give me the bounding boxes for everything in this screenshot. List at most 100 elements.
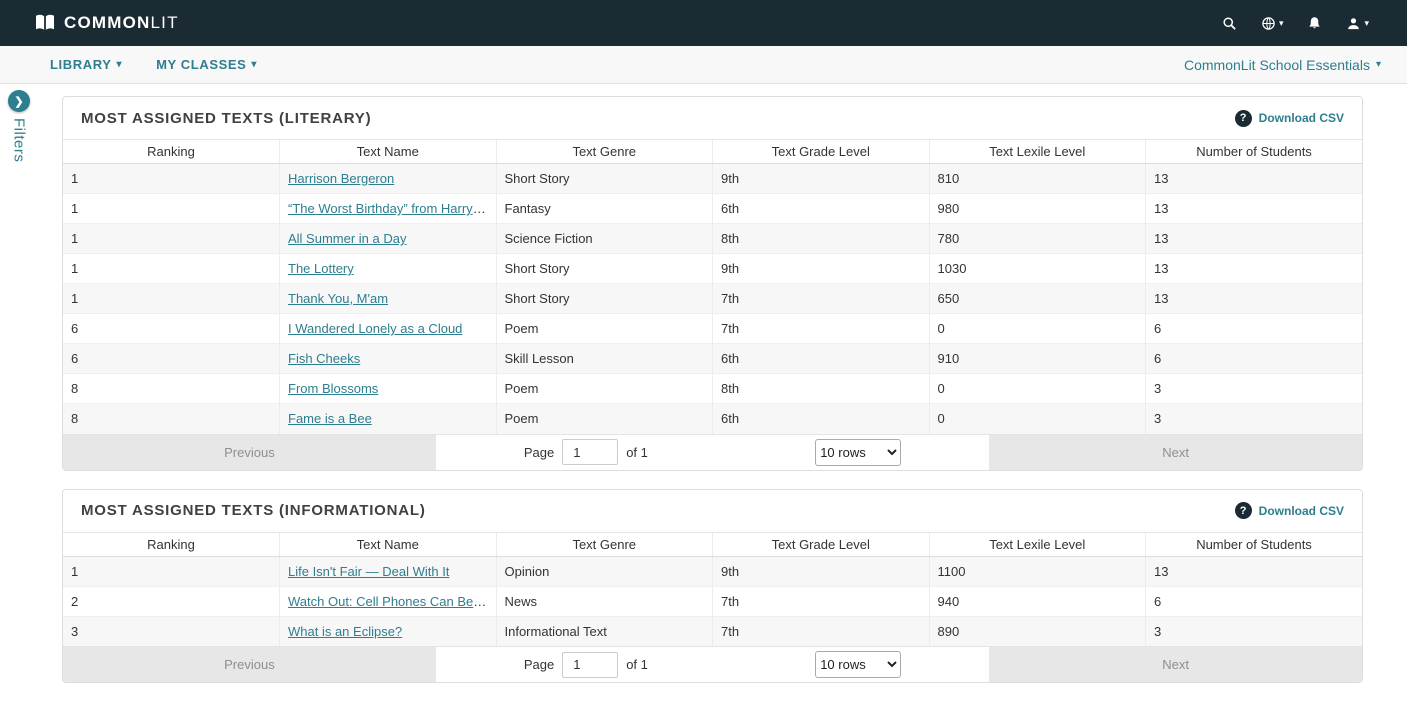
text-link[interactable]: The Lottery — [288, 261, 354, 276]
search-icon[interactable] — [1222, 16, 1237, 31]
help-icon[interactable]: ? — [1234, 502, 1252, 519]
table-row: 6I Wandered Lonely as a Cloud Poem 7th 0 6 — [63, 313, 1362, 344]
table-cell: 890 — [928, 615, 1146, 646]
brand-text: COMMONLIT — [64, 13, 179, 32]
table-cell: Short Story — [495, 253, 713, 284]
text-name-cell: Watch Out: Cell Phones Can Be Add... — [279, 585, 496, 616]
table-cell: 6 — [1145, 585, 1362, 616]
text-name-cell: Fish Cheeks — [279, 343, 496, 374]
table-row: 1 The Lottery Short Story 9th 1030 13 — [63, 253, 1362, 284]
table-row: 1 Harrison Bergeron Short Story 9th 810 13 — [63, 163, 1362, 194]
text-link[interactable]: Thank You, M'am — [288, 291, 388, 306]
literary-table: Ranking Text Name Text Genre Text Grade … — [63, 139, 1362, 434]
table-cell: Short Story — [495, 163, 713, 194]
download-csv-link[interactable]: Download CSV — [1259, 111, 1344, 125]
table-cell: Informational Text — [495, 615, 713, 646]
column-header-grade-level: Text Grade Level — [712, 139, 929, 164]
table-cell: News — [495, 585, 713, 616]
text-name-cell: I Wandered Lonely as a Cloud — [279, 313, 496, 344]
pagination-bar: Previous Page of 1 10 rows Next — [63, 646, 1362, 682]
text-link[interactable]: Life Isn't Fair — Deal With It — [288, 564, 449, 579]
previous-page-button[interactable]: Previous — [63, 647, 436, 682]
previous-page-button[interactable]: Previous — [63, 434, 436, 470]
text-link[interactable]: What is an Eclipse? — [288, 624, 402, 639]
table-row: 6 Fish Cheeks Skill Lesson 6th 910 6 — [63, 343, 1362, 374]
text-name-cell: What is an Eclipse? — [279, 615, 496, 646]
nav-library[interactable]: LIBRARY ▾ — [50, 57, 122, 72]
next-page-button[interactable]: Next — [989, 434, 1362, 470]
table-cell: Poem — [495, 373, 713, 404]
text-link[interactable]: I Wandered Lonely as a Cloud — [288, 321, 462, 336]
panel-header: MOST ASSIGNED TEXTS (LITERARY) ? Downloa… — [63, 97, 1362, 139]
table-cell: 7th — [712, 283, 929, 314]
main-content: MOST ASSIGNED TEXTS (LITERARY) ? Downloa… — [0, 84, 1407, 683]
table-cell: 3 — [1145, 373, 1362, 404]
column-header-lexile-level: Text Lexile Level — [928, 139, 1146, 164]
table-cell: 13 — [1145, 223, 1362, 254]
text-link[interactable]: Watch Out: Cell Phones Can Be Add... — [288, 594, 496, 609]
chevron-down-icon: ▾ — [1278, 17, 1284, 28]
text-name-cell: “The Worst Birthday” from Harry P... — [279, 193, 496, 224]
panel-title: MOST ASSIGNED TEXTS (INFORMATIONAL) — [81, 502, 426, 519]
school-selector-label: CommonLit School Essentials — [1183, 56, 1370, 73]
table-cell: Opinion — [495, 556, 713, 586]
table-cell: 0 — [928, 373, 1146, 404]
table-cell: 6th — [712, 193, 929, 224]
table-cell: 7th — [712, 313, 929, 344]
table-cell: 1 — [63, 223, 280, 254]
table-cell: Fantasy — [495, 193, 713, 224]
download-csv-link[interactable]: Download CSV — [1259, 504, 1344, 518]
table-cell: 9th — [712, 163, 929, 194]
table-cell: 6 — [1145, 343, 1362, 374]
table-cell: 7th — [712, 585, 929, 616]
help-icon[interactable]: ? — [1234, 109, 1252, 127]
page-number-input[interactable] — [562, 439, 619, 465]
text-link[interactable]: All Summer in a Day — [288, 231, 406, 246]
school-selector[interactable]: CommonLit School Essentials ▾ — [1184, 57, 1381, 73]
text-link[interactable]: From Blossoms — [288, 381, 378, 396]
top-bar: COMMONLIT ▾ ▾ — [0, 0, 1407, 46]
table-row: 3 What is an Eclipse? Informational Text 7t… — [63, 615, 1362, 646]
column-header-text-name: Text Name — [279, 531, 496, 557]
rows-per-page-select[interactable]: 10 rows — [815, 651, 902, 678]
text-link[interactable]: Fish Cheeks — [288, 351, 360, 366]
table-cell: 6 — [63, 313, 280, 344]
text-name-cell: The Lottery — [279, 253, 496, 284]
globe-icon — [1262, 16, 1275, 30]
user-menu[interactable]: ▾ — [1346, 16, 1369, 31]
download-group: ? Download CSV — [1234, 502, 1344, 519]
column-header-ranking: Ranking — [63, 139, 280, 164]
table-cell: 1 — [71, 563, 79, 579]
table-cell: Poem — [495, 313, 713, 344]
table-row: 1 “The Worst Birthday” from Harry P... Fan… — [63, 193, 1362, 224]
page-label: Page — [523, 657, 555, 672]
table-cell: Short Story — [495, 283, 713, 314]
filters-expand-button[interactable]: ❯ — [8, 90, 30, 112]
table-cell: 8 — [63, 373, 280, 404]
table-row: 2 Watch Out: Cell Phones Can Be Add... New… — [63, 585, 1362, 616]
text-link[interactable]: Harrison Bergeron — [288, 171, 394, 186]
panel-title: MOST ASSIGNED TEXTS (LITERARY) — [81, 109, 372, 127]
table-cell: 13 — [1145, 163, 1362, 194]
page-number-input[interactable] — [562, 651, 619, 678]
notifications-bell-icon[interactable] — [1307, 16, 1322, 31]
next-page-button[interactable]: Next — [989, 647, 1362, 682]
nav-my-classes[interactable]: MY CLASSES ▾ — [156, 57, 257, 72]
table-cell: 3 — [1145, 403, 1362, 434]
nav-my-classes-label: MY CLASSES — [156, 57, 247, 72]
page-of-label: of 1 — [626, 444, 648, 460]
nav-library-label: LIBRARY — [50, 57, 112, 72]
text-link[interactable]: “The Worst Birthday” from Harry P... — [288, 201, 494, 216]
table-cell: 810 — [928, 163, 1146, 194]
globe-menu[interactable]: ▾ — [1261, 16, 1284, 31]
table-cell: 6th — [712, 343, 929, 374]
panel-informational: MOST ASSIGNED TEXTS (INFORMATIONAL) ? Do… — [62, 488, 1363, 683]
text-link[interactable]: Fame is a Bee — [288, 411, 372, 426]
table-cell: 7th — [712, 615, 929, 646]
page-label: Page — [523, 444, 555, 460]
commonlit-logo[interactable]: COMMONLIT — [34, 13, 179, 33]
informational-table: Ranking Text Name Text Genre Text Grade … — [63, 531, 1362, 646]
column-header-ranking: Ranking — [63, 531, 280, 557]
panel-header: MOST ASSIGNED TEXTS (INFORMATIONAL) ? Do… — [63, 490, 1362, 532]
rows-per-page-select[interactable]: 10 rows — [815, 438, 902, 466]
